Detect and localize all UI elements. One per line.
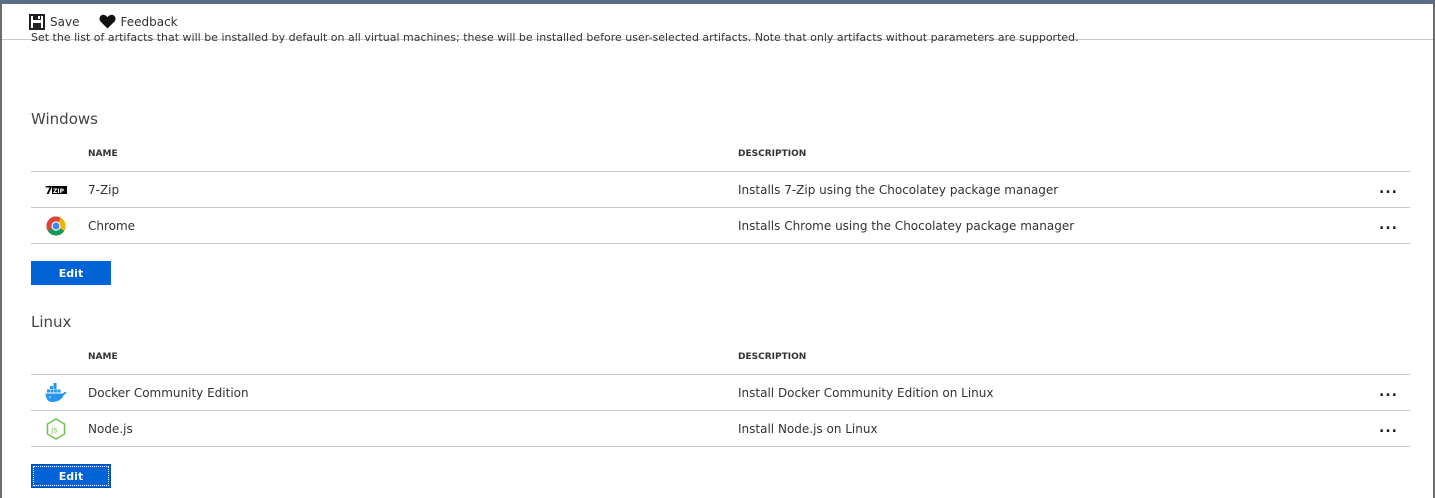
7zip-icon: 7 ZIP [45, 179, 67, 201]
chrome-icon [45, 215, 67, 237]
windows-edit-button[interactable]: Edit [31, 261, 111, 285]
table-row[interactable]: Chrome Installs Chrome using the Chocola… [31, 208, 1410, 244]
artifact-name: Docker Community Edition [88, 386, 249, 400]
more-options-icon[interactable]: ... [1379, 384, 1398, 400]
save-label: Save [50, 14, 80, 29]
more-options-icon[interactable]: ... [1379, 420, 1398, 436]
feedback-label: Feedback [120, 14, 178, 29]
nodejs-icon: js [45, 418, 67, 440]
svg-text:7: 7 [45, 184, 53, 196]
table-header: NAME DESCRIPTION [31, 137, 1410, 172]
column-header-name[interactable]: NAME [88, 352, 118, 362]
artifact-description: Installs 7-Zip using the Chocolatey pack… [738, 183, 1059, 197]
artifact-name: Chrome [88, 219, 136, 233]
column-header-name[interactable]: NAME [88, 149, 118, 159]
artifact-description: Install Docker Community Edition on Linu… [738, 386, 994, 400]
artifact-description: Install Node.js on Linux [738, 422, 878, 436]
artifact-description: Installs Chrome using the Chocolatey pac… [738, 219, 1075, 233]
blade-frame: Save Feedback Set the list of artifacts … [0, 0, 1435, 498]
table-row[interactable]: Docker Community Edition Install Docker … [31, 375, 1410, 411]
more-options-icon[interactable]: ... [1379, 181, 1398, 197]
table-row[interactable]: js Node.js Install Node.js on Linux ... [31, 411, 1410, 447]
more-options-icon[interactable]: ... [1379, 217, 1398, 233]
artifact-name: Node.js [88, 422, 133, 436]
svg-text:js: js [50, 426, 57, 435]
linux-artifacts-table: NAME DESCRIPTION Docker Community Editio… [31, 340, 1410, 447]
save-icon [28, 13, 46, 31]
linux-section-title: Linux [31, 313, 72, 331]
windows-section-title: Windows [31, 110, 98, 128]
table-header: NAME DESCRIPTION [31, 340, 1410, 375]
column-header-description[interactable]: DESCRIPTION [738, 352, 806, 362]
svg-text:ZIP: ZIP [53, 188, 65, 195]
artifact-name: 7-Zip [88, 183, 120, 197]
table-row[interactable]: 7 ZIP 7-Zip Installs 7-Zip using the Cho… [31, 172, 1410, 208]
heart-icon [98, 13, 116, 31]
intro-text: Set the list of artifacts that will be i… [31, 31, 1079, 44]
linux-edit-button[interactable]: Edit [31, 464, 111, 488]
column-header-description[interactable]: DESCRIPTION [738, 149, 806, 159]
docker-icon [45, 382, 67, 404]
windows-artifacts-table: NAME DESCRIPTION 7 ZIP 7-Zip Installs 7-… [31, 137, 1410, 244]
